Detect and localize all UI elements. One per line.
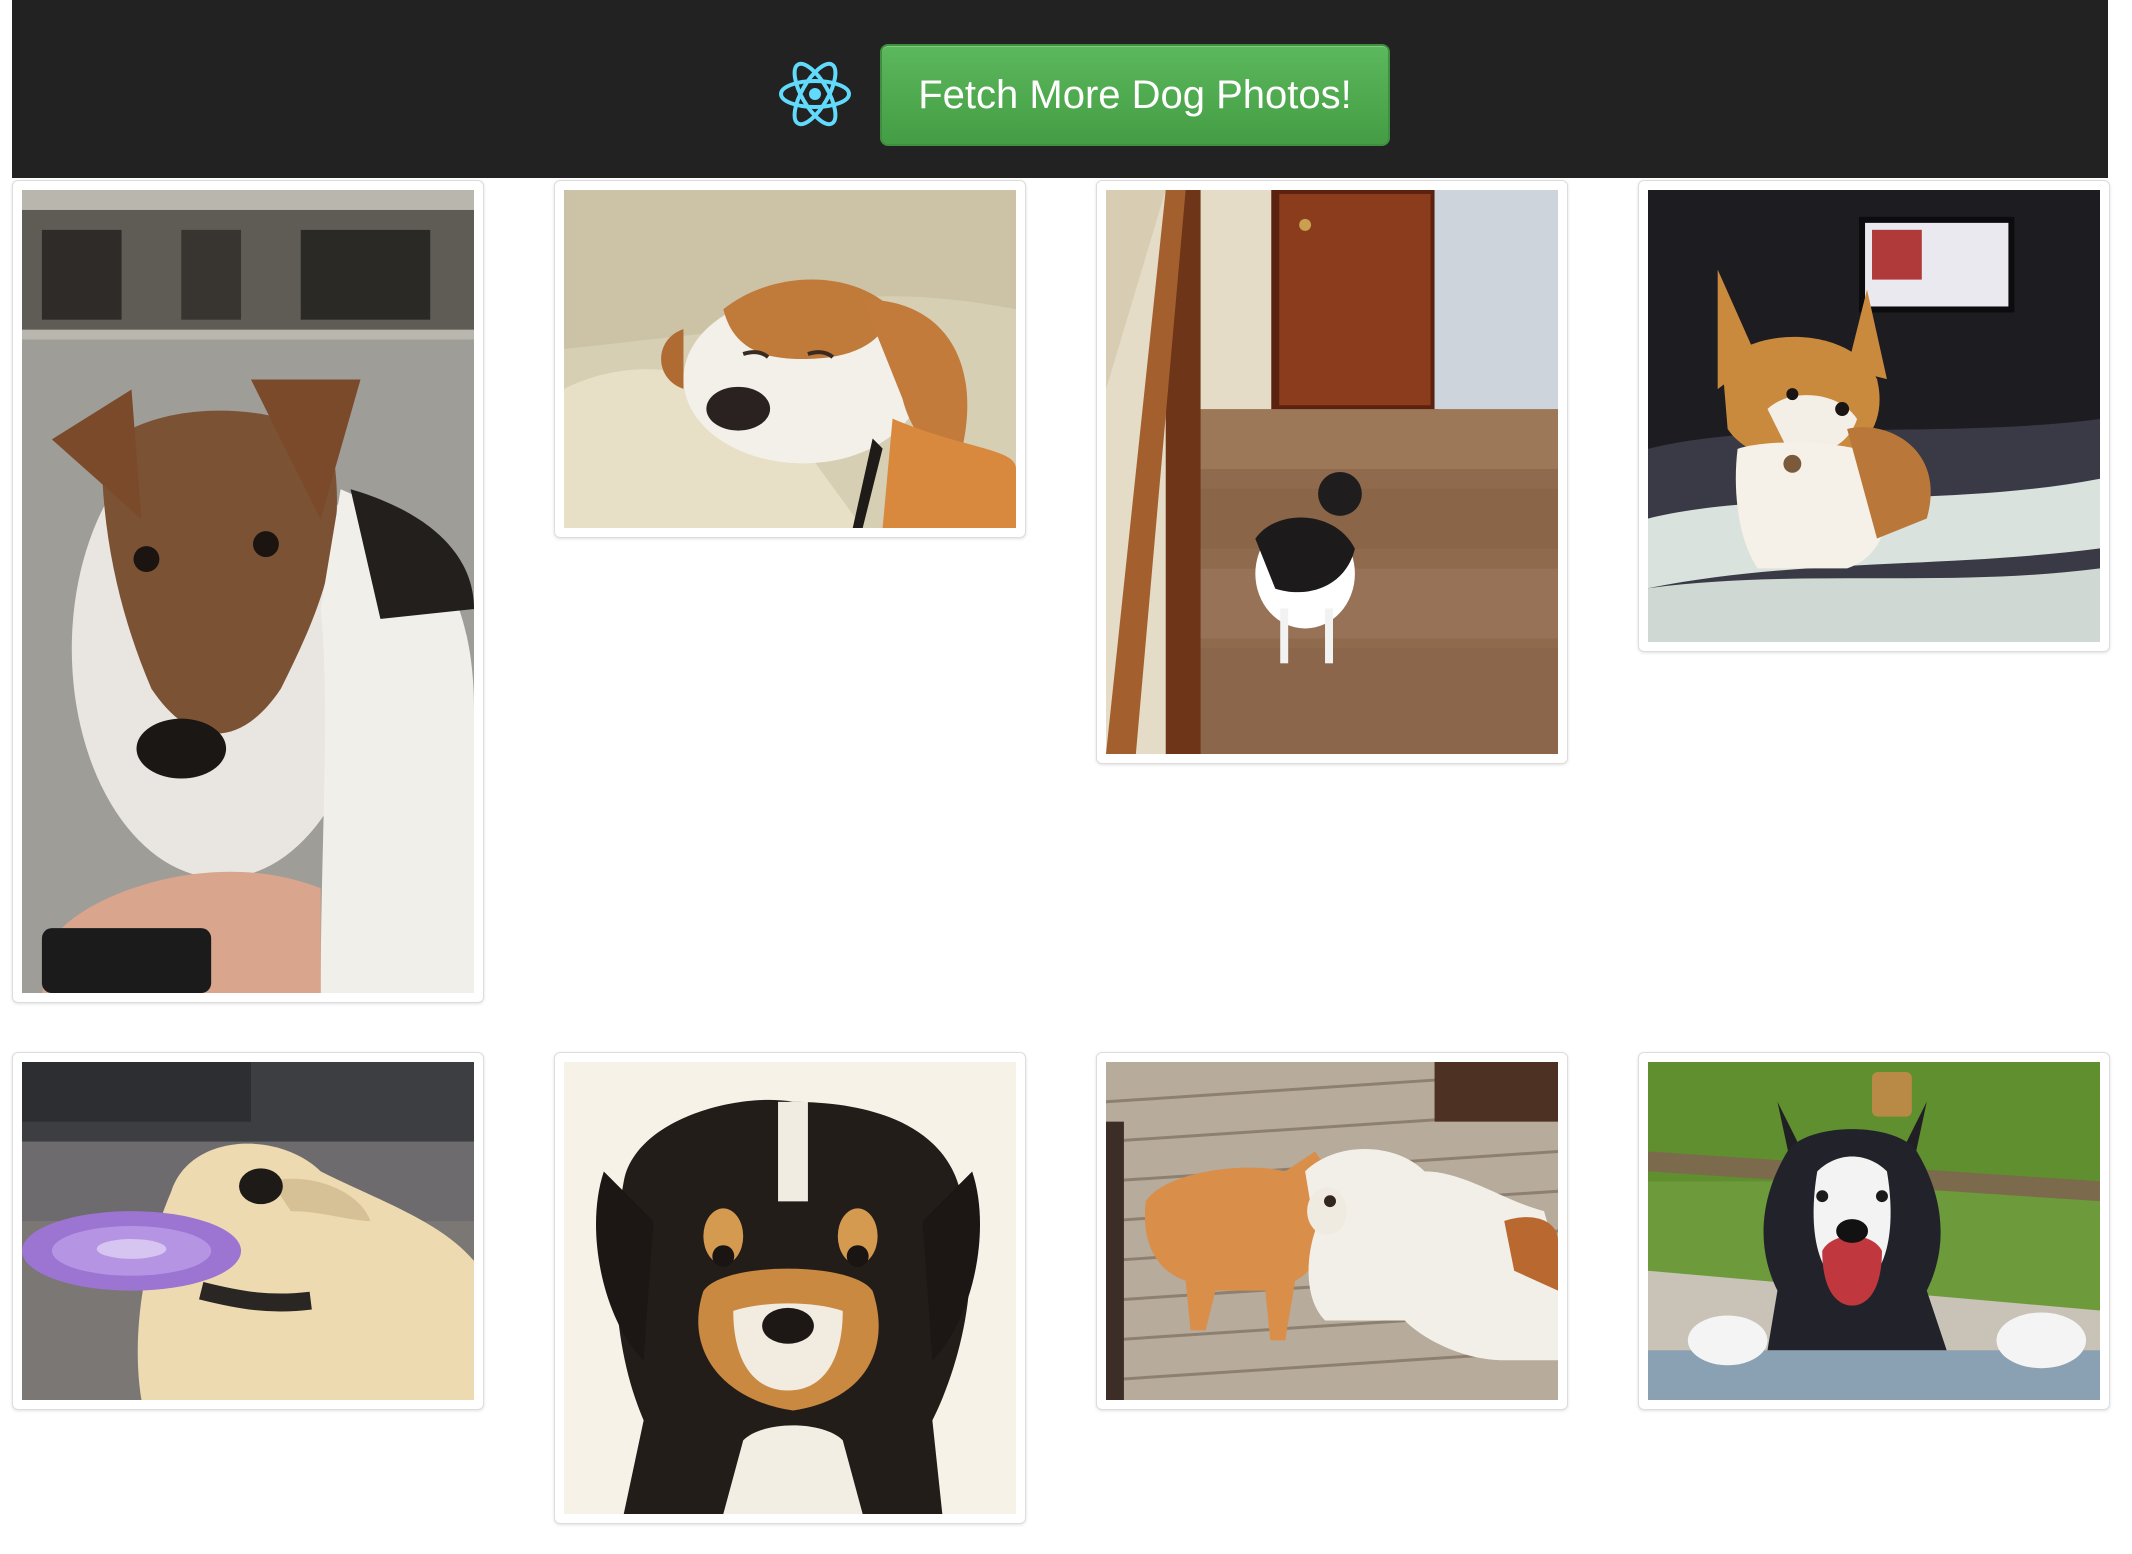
dog-photo bbox=[1106, 1062, 1558, 1400]
fetch-more-button[interactable]: Fetch More Dog Photos! bbox=[880, 44, 1390, 146]
dog-photo bbox=[22, 190, 474, 993]
dog-photo bbox=[564, 1062, 1016, 1514]
photo-card-8[interactable] bbox=[1638, 1052, 2110, 1410]
dog-photo bbox=[1106, 190, 1558, 754]
app-header: Fetch More Dog Photos! bbox=[12, 0, 2108, 178]
photo-card-3[interactable] bbox=[1096, 180, 1568, 764]
photo-card-6[interactable] bbox=[554, 1052, 1026, 1524]
photo-card-2[interactable] bbox=[554, 180, 1026, 538]
dog-photo bbox=[1648, 1062, 2100, 1400]
dog-photo bbox=[564, 190, 1016, 528]
photo-card-4[interactable] bbox=[1638, 180, 2110, 652]
dog-photo bbox=[22, 1062, 474, 1400]
photo-card-1[interactable] bbox=[12, 180, 484, 1003]
react-atom-icon bbox=[779, 61, 851, 127]
photo-card-5[interactable] bbox=[12, 1052, 484, 1410]
photo-card-7[interactable] bbox=[1096, 1052, 1568, 1410]
dog-photo bbox=[1648, 190, 2100, 642]
